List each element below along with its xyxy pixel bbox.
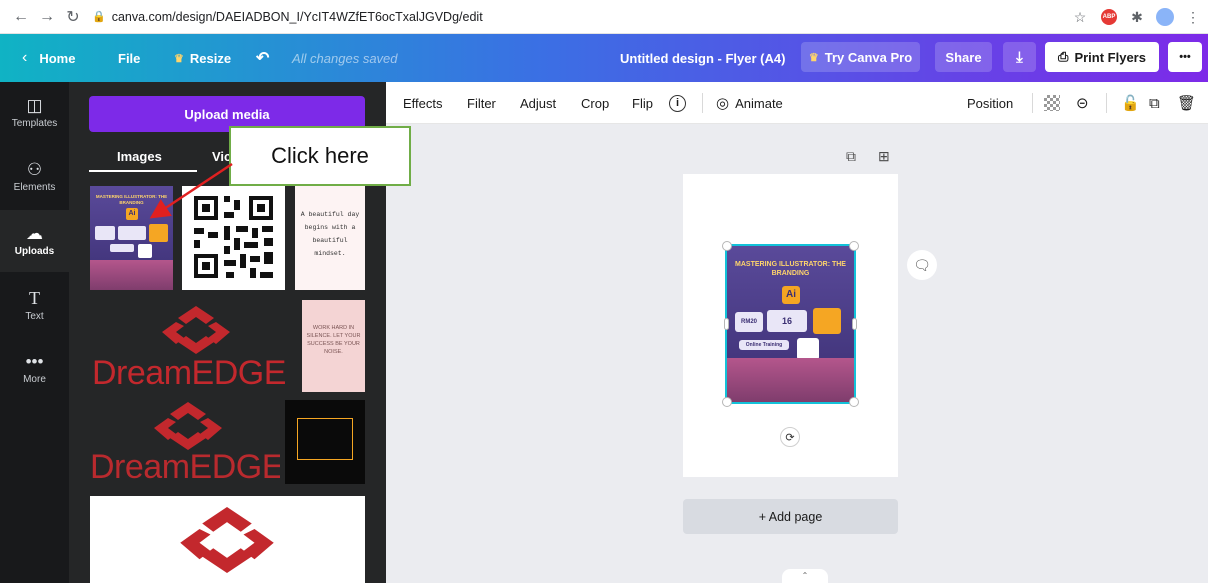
add-page-button[interactable]: + Add page <box>683 499 898 534</box>
rail-item-text[interactable]: T Text <box>0 274 69 336</box>
chevron-left-icon: ‹ <box>22 49 28 66</box>
download-icon: ⤓ <box>1016 48 1023 66</box>
design-page[interactable]: MASTERING ILLUSTRATOR: THE BRANDING Ai R… <box>683 174 898 477</box>
undo-button[interactable]: ↶ <box>256 34 269 82</box>
active-tab-indicator <box>89 170 197 172</box>
link-button[interactable]: ⊝ <box>1076 82 1089 124</box>
undo-icon: ↶ <box>256 50 270 67</box>
filter-button[interactable]: Filter <box>467 82 496 124</box>
print-icon: ⎙ <box>1058 49 1069 64</box>
file-menu-button[interactable]: File <box>118 34 140 82</box>
lock-icon: 🔓 <box>1121 95 1140 112</box>
adblock-icon[interactable]: ABP <box>1096 4 1122 30</box>
animate-icon: ◎ <box>716 95 730 112</box>
trash-icon: 🗑 <box>1177 95 1197 112</box>
save-status: All changes saved <box>292 50 398 66</box>
position-button[interactable]: Position <box>967 82 1013 124</box>
uploaded-image-flyer[interactable]: MASTERING ILLUSTRATOR: THE BRANDING Ai <box>90 186 173 290</box>
horizontal-scrollbar[interactable] <box>386 573 1198 583</box>
rail-item-templates[interactable]: ◫ Templates <box>0 82 69 144</box>
info-icon: i <box>669 94 686 112</box>
url-text: canva.com/design/DAEIADBON_I/YcIT4WZfET6… <box>111 9 483 24</box>
editor-topbar: ‹ Home File ♛ Resize ↶ All changes saved… <box>0 34 1208 82</box>
link-icon: ⊝ <box>1076 95 1089 112</box>
adjust-button[interactable]: Adjust <box>520 82 556 124</box>
add-comment-button[interactable]: 🗨 <box>907 250 937 280</box>
crop-button[interactable]: Crop <box>581 82 609 124</box>
flip-button[interactable]: Flip <box>632 82 653 124</box>
resize-handle-top-right[interactable] <box>849 241 859 251</box>
comment-icon: 🗨 <box>913 256 931 273</box>
info-button[interactable]: i <box>669 82 686 124</box>
dreamedge-logo-icon <box>162 306 230 354</box>
resize-handle-right[interactable] <box>852 318 857 330</box>
effects-button[interactable]: Effects <box>403 82 443 124</box>
back-arrow-icon[interactable]: ← <box>8 4 34 30</box>
uploaded-image-dreamedge-logo-2[interactable]: DreamEDGE <box>90 400 280 484</box>
frame-shape <box>297 418 353 460</box>
rail-item-elements[interactable]: ⚇ Elements <box>0 146 69 208</box>
home-button[interactable]: ‹ Home <box>22 34 75 82</box>
design-title[interactable]: Untitled design - Flyer (A4) <box>620 34 785 82</box>
resize-handle-left[interactable] <box>724 318 729 330</box>
dreamedge-logo-icon <box>180 507 274 573</box>
animate-button[interactable]: ◎ Animate <box>716 82 783 124</box>
uploaded-image-motivation[interactable]: WORK HARD IN SILENCE. LET YOUR SUCCESS B… <box>302 300 365 392</box>
lock-icon: 🔒 <box>92 11 106 23</box>
transparency-button[interactable] <box>1044 82 1060 124</box>
instruction-callout: Click here <box>229 126 411 186</box>
toolbar-divider <box>702 93 703 113</box>
crown-icon: ♛ <box>808 51 819 64</box>
more-options-button[interactable]: ••• <box>1168 42 1202 72</box>
print-flyers-button[interactable]: ⎙ Print Flyers <box>1045 42 1159 72</box>
toolbar-divider <box>1032 93 1033 113</box>
transparency-icon <box>1044 95 1060 111</box>
canvas-workspace: ⧉ ⊞ MASTERING ILLUSTRATOR: THE BRANDING … <box>386 124 1208 583</box>
resize-button[interactable]: ♛ Resize <box>174 34 231 82</box>
dreamedge-logo-icon <box>154 402 222 450</box>
try-pro-button[interactable]: ♛ Try Canva Pro <box>801 42 920 72</box>
tab-images[interactable]: Images <box>117 142 162 170</box>
resize-handle-bottom-left[interactable] <box>722 397 732 407</box>
uploaded-image-qr-code[interactable] <box>182 186 285 290</box>
download-button[interactable]: ⤓ <box>1003 42 1036 72</box>
uploaded-image-dreamedge-logo-white[interactable] <box>90 496 365 583</box>
qr-code-icon <box>194 196 273 278</box>
rotate-icon: ⟳ <box>785 431 795 444</box>
rail-item-more[interactable]: ••• More <box>0 338 69 400</box>
share-button[interactable]: Share <box>935 42 992 72</box>
more-icon: ••• <box>25 352 44 371</box>
lock-button[interactable]: 🔓 <box>1121 82 1140 124</box>
reload-icon[interactable]: ↻ <box>60 4 86 30</box>
text-icon: T <box>29 287 40 308</box>
templates-icon: ◫ <box>26 96 43 115</box>
uploaded-image-quote[interactable]: A beautiful day begins with a beautiful … <box>295 186 365 290</box>
duplicate-icon: ⧉ <box>1149 94 1160 112</box>
uploads-icon: ☁ <box>26 224 43 243</box>
image-context-toolbar: Effects Filter Adjust Crop Flip i ◎ Anim… <box>386 82 1208 124</box>
duplicate-button[interactable]: ⧉ <box>1149 82 1160 124</box>
puzzle-icon[interactable]: ✱ <box>1124 4 1150 30</box>
duplicate-page-icon[interactable]: ⧉ <box>846 148 856 165</box>
selected-image[interactable]: MASTERING ILLUSTRATOR: THE BRANDING Ai R… <box>725 244 856 404</box>
browser-toolbar: ← → ↻ 🔒 canva.com/design/DAEIADBON_I/YcI… <box>0 0 1208 34</box>
delete-button[interactable]: 🗑 <box>1177 82 1196 124</box>
side-nav-rail: ◫ Templates ⚇ Elements ☁ Uploads T Text … <box>0 82 69 583</box>
vertical-scrollbar[interactable] <box>1198 124 1208 583</box>
resize-handle-bottom-right[interactable] <box>849 397 859 407</box>
add-page-icon[interactable]: ⊞ <box>878 148 890 165</box>
kebab-menu-icon[interactable]: ⋮ <box>1180 4 1206 30</box>
avatar[interactable] <box>1152 4 1178 30</box>
forward-arrow-icon[interactable]: → <box>34 4 60 30</box>
rotate-handle[interactable]: ⟳ <box>780 427 800 447</box>
toolbar-divider <box>1106 93 1107 113</box>
resize-handle-top-left[interactable] <box>722 241 732 251</box>
uploaded-image-dreamedge-logo[interactable]: DreamEDGE <box>90 300 296 392</box>
address-bar[interactable]: 🔒 canva.com/design/DAEIADBON_I/YcIT4WZfE… <box>92 4 483 30</box>
uploaded-image-gold-frame[interactable] <box>285 400 365 484</box>
rail-item-uploads[interactable]: ☁ Uploads <box>0 210 69 272</box>
elements-icon: ⚇ <box>26 160 43 179</box>
star-icon[interactable]: ☆ <box>1067 4 1093 30</box>
crown-icon: ♛ <box>174 52 184 65</box>
